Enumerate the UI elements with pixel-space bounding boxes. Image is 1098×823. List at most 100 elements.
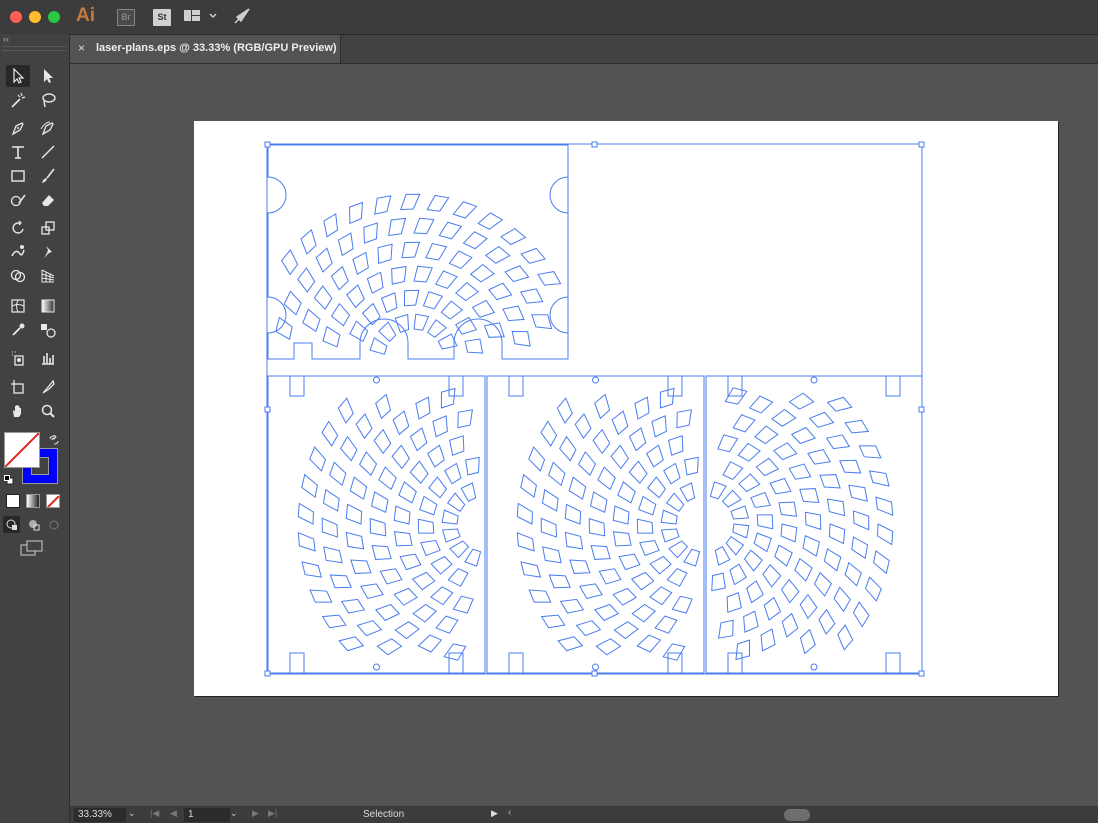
eyedropper-tool[interactable] [6,319,30,341]
eraser-icon [42,195,54,206]
zoom-level-field[interactable]: 33.33% [74,808,126,822]
draw-normal-button[interactable] [3,516,20,533]
zoom-dropdown-chevron-icon[interactable]: ⌄ [128,808,136,819]
artboard-dropdown-chevron-icon[interactable]: ⌄ [230,808,238,819]
last-artboard-button[interactable]: ▶| [268,808,277,819]
window-minimize-button[interactable] [29,11,41,23]
handle-bottom-center[interactable] [591,670,598,677]
none-mode-button[interactable] [46,494,60,508]
cutout-cell [732,414,756,433]
bottom-panel-shape-1[interactable] [267,375,486,674]
first-artboard-button[interactable]: |◀ [150,808,159,819]
line-segment-tool[interactable] [36,141,60,163]
current-tool-label[interactable]: Selection [363,809,404,820]
puppet-warp-tool[interactable] [36,241,60,263]
perspective-grid-tool[interactable] [36,265,60,287]
handle-top-right[interactable] [918,141,925,148]
gradient-tool[interactable] [36,295,60,317]
workspace-switcher[interactable] [184,9,218,28]
close-tab-button[interactable]: × [78,41,85,55]
cutout-cell [321,517,339,538]
swap-arrow-icon [49,433,59,445]
handle-middle-right[interactable] [918,406,925,413]
direct-selection-tool[interactable] [36,65,60,87]
document-tab[interactable]: × laser-plans.eps @ 33.33% (RGB/GPU Prev… [70,35,341,63]
cutout-cell [819,474,841,489]
stock-button[interactable]: St [153,9,171,26]
warp-tool[interactable] [6,241,30,263]
artboard[interactable] [194,121,1058,696]
handle-bottom-right[interactable] [918,670,925,677]
slice-knife-icon [42,379,55,394]
pushpin-icon [44,246,52,258]
cutout-cell [788,392,815,410]
cutout-cell [388,217,407,237]
magic-wand-tool[interactable] [6,89,30,111]
top-panel-shape[interactable] [267,144,569,360]
draw-behind-button[interactable] [25,516,42,533]
fill-swatch[interactable] [4,432,40,468]
line-icon [41,145,55,159]
change-screen-mode-button[interactable] [20,540,44,561]
handle-bottom-left[interactable] [264,670,271,677]
cutout-cell [329,574,352,589]
selection-tool[interactable] [6,65,30,87]
next-artboard-button[interactable]: ▶ [252,808,259,819]
cutout-cell [564,531,584,550]
artboard-number-field[interactable]: 1 [184,808,230,822]
handle-top-left[interactable] [264,141,271,148]
bottom-panel-shape-2[interactable] [486,375,705,674]
zoom-tool[interactable] [36,400,60,422]
cutout-cell [774,544,793,567]
hand-tool[interactable] [6,400,30,422]
scale-tool[interactable] [36,217,60,239]
window-close-button[interactable] [10,11,22,23]
eraser-tool[interactable] [36,189,60,211]
swap-fill-stroke-button[interactable] [49,432,59,450]
cutout-cell [430,586,454,606]
alignment-hole [592,663,599,671]
cutout-cell [649,586,673,606]
bottom-panel-shape-3[interactable] [705,375,923,674]
status-menu-arrow-icon[interactable]: ▶ [491,808,498,819]
curvature-tool[interactable] [36,117,60,139]
cutout-cell [676,409,692,429]
window-zoom-button[interactable] [48,11,60,23]
cutout-cell [684,456,699,476]
gradient-mode-button[interactable] [26,494,40,508]
paintbrush-tool[interactable] [36,165,60,187]
symbol-sprayer-tool[interactable] [6,347,30,369]
horizontal-scrollbar-thumb[interactable] [784,809,810,821]
default-fill-stroke-button[interactable] [4,472,14,490]
mesh-icon [11,299,25,313]
type-tool[interactable] [6,141,30,163]
handle-middle-left[interactable] [264,406,271,413]
color-mode-button[interactable] [6,494,20,508]
lasso-tool[interactable] [36,89,60,111]
collapse-toolbox-button[interactable]: ‹‹ [3,34,9,44]
bridge-button[interactable]: Br [117,9,135,26]
shaper-tool[interactable] [6,189,30,211]
blend-tool[interactable] [36,319,60,341]
artboard-tool[interactable] [6,376,30,398]
rotate-tool[interactable] [6,217,30,239]
previous-artboard-button[interactable]: ◀ [170,808,177,819]
pen-tool[interactable] [6,117,30,139]
draw-inside-button[interactable] [45,516,62,533]
cutout-cell [378,321,397,343]
column-graph-tool[interactable] [36,347,60,369]
cutout-cell [516,532,535,552]
launch-button[interactable] [233,7,251,30]
slice-tool[interactable] [36,376,60,398]
rectangle-tool[interactable] [6,165,30,187]
laser-cut-artwork[interactable] [194,121,1058,696]
toolbox-grip[interactable] [2,46,66,51]
cutout-cell [283,290,302,316]
scroll-left-button[interactable]: ‹ [508,807,511,818]
cutout-cell [426,194,450,212]
handle-top-center[interactable] [591,141,598,148]
gradient-icon [41,299,55,313]
alignment-hole [810,663,818,671]
mesh-tool[interactable] [6,295,30,317]
shape-builder-tool[interactable] [6,265,30,287]
